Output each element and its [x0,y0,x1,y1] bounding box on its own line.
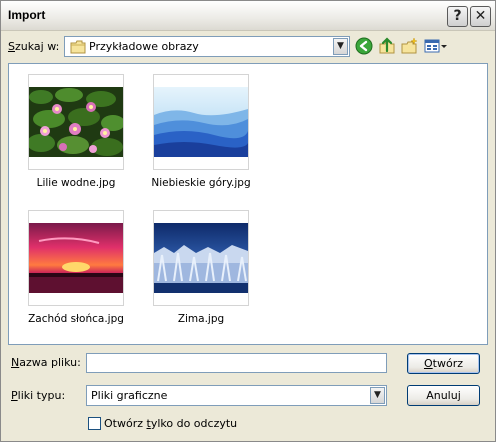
filename-input[interactable] [86,353,387,373]
view-menu-icon[interactable] [424,37,448,57]
close-button[interactable]: ✕ [470,6,491,27]
blue-hills-image [154,87,248,157]
filename-label: Nazwa pliku: [11,356,81,369]
filetype-label: Pliki typu: [11,389,66,402]
open-button[interactable]: Otwórz [407,353,480,374]
lookin-value: Przykładowe obrazy [89,40,199,53]
winter-image [154,223,248,293]
file-name: Niebieskie góry.jpg [151,177,251,189]
thumbnail-frame [153,210,249,306]
window-title: Import [8,8,46,22]
filetype-select[interactable]: Pliki graficzne ▼ [86,385,387,406]
thumbnail-frame [153,74,249,170]
thumbnail-frame [28,210,124,306]
lookin-label: Szukaj w: [8,40,60,53]
title-bar[interactable]: Import ? ✕ [1,1,495,31]
sunset-image [29,223,123,293]
file-list[interactable]: Lilie wodne.jpg Niebieskie góry.jpg Zach… [8,63,488,345]
back-icon[interactable] [355,37,375,57]
new-folder-icon[interactable] [400,37,420,57]
cancel-button[interactable]: Anuluj [407,385,480,406]
water-lilies-image [29,87,123,157]
file-name: Zachód słońca.jpg [28,313,124,325]
folder-icon [70,40,86,57]
up-folder-icon[interactable] [378,37,398,57]
file-name: Lilie wodne.jpg [36,177,116,189]
lookin-combo[interactable]: Przykładowe obrazy ▼ [64,36,350,57]
filetype-value: Pliki graficzne [91,389,168,402]
readonly-label[interactable]: Otwórz tylko do odczytu [104,417,237,430]
readonly-checkbox[interactable] [88,417,101,430]
chevron-down-icon[interactable]: ▼ [370,387,385,404]
import-dialog: Import ? ✕ Szukaj w: Przykładowe obrazy … [0,0,496,442]
thumbnail-frame [28,74,124,170]
file-name: Zima.jpg [177,313,225,325]
chevron-down-icon[interactable]: ▼ [333,38,348,55]
help-button[interactable]: ? [447,6,468,27]
